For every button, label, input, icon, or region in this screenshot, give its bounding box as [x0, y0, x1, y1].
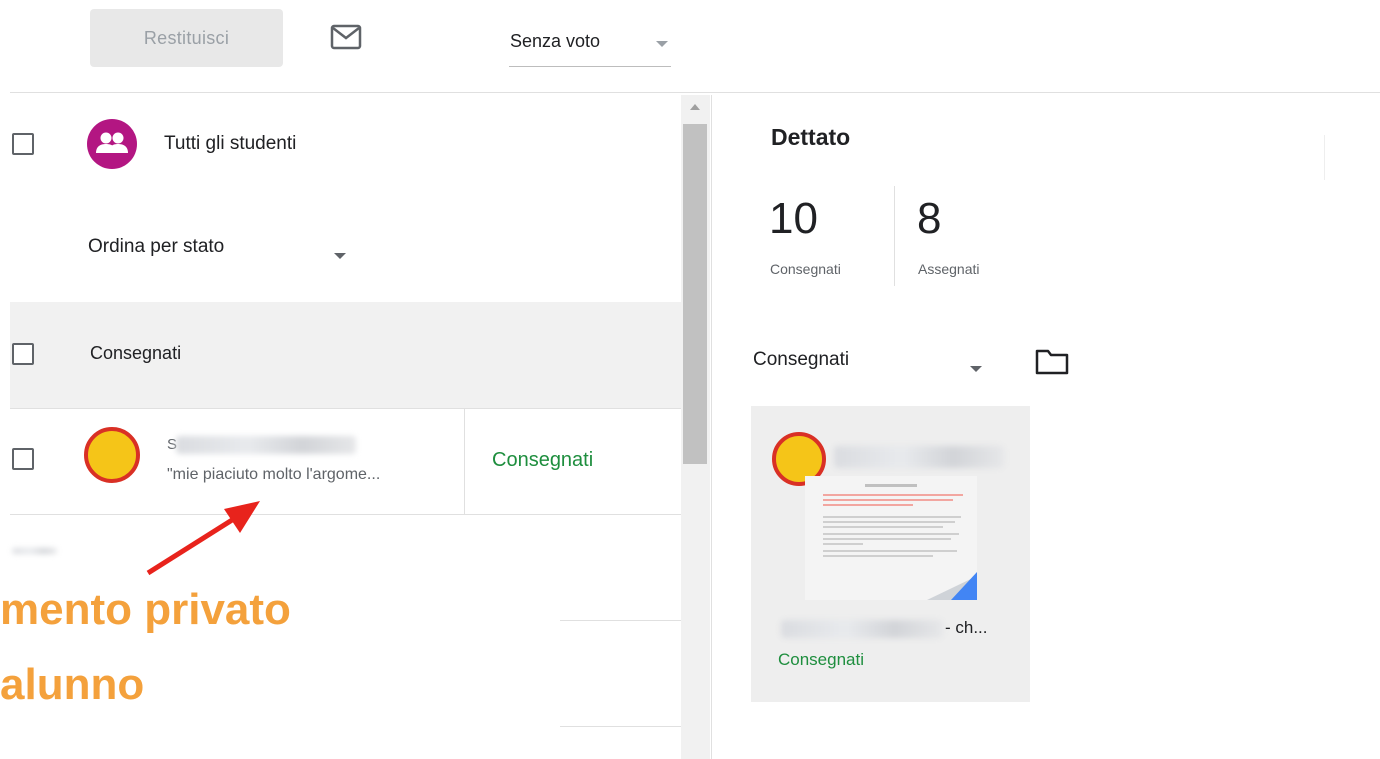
- turned-in-label: Consegnati: [770, 261, 841, 277]
- student-name-redacted: [176, 436, 356, 454]
- grade-select-value: Senza voto: [510, 31, 601, 51]
- select-all-checkbox[interactable]: [12, 133, 34, 155]
- toolbar-divider: [10, 92, 1380, 93]
- filter-chevron-down-icon[interactable]: [970, 366, 982, 372]
- mail-icon[interactable]: [330, 24, 362, 50]
- card-file-name-suffix: - ch...: [945, 618, 988, 637]
- scroll-up-icon[interactable]: [690, 104, 700, 110]
- all-students-label[interactable]: Tutti gli studenti: [164, 133, 296, 155]
- list-divider: [560, 620, 681, 621]
- header-edge: [1324, 135, 1325, 180]
- annotation-arrow: [146, 501, 260, 576]
- turned-in-count[interactable]: 10: [769, 194, 818, 244]
- return-button[interactable]: Restituisci: [90, 9, 283, 67]
- group-avatar: [87, 119, 137, 169]
- student-checkbox[interactable]: [12, 448, 34, 470]
- card-student-name-redacted: [834, 446, 1004, 468]
- group-label: Consegnati: [90, 343, 182, 363]
- assignment-title: Dettato: [771, 124, 851, 150]
- filter-select[interactable]: Consegnati: [753, 349, 849, 371]
- folder-icon[interactable]: [1035, 347, 1069, 375]
- chevron-down-icon: [656, 41, 668, 47]
- panel-divider: [711, 95, 712, 759]
- row-divider-top: [10, 408, 682, 409]
- assigned-count[interactable]: 8: [917, 194, 941, 244]
- grade-select[interactable]: Senza voto: [509, 26, 671, 67]
- card-status: Consegnati: [778, 650, 865, 669]
- scrollbar-thumb[interactable]: [683, 124, 707, 464]
- stat-divider: [894, 186, 895, 286]
- sort-chevron-down-icon[interactable]: [334, 253, 346, 259]
- sort-select[interactable]: Ordina per stato: [88, 236, 224, 258]
- student-avatar: [84, 427, 140, 483]
- annotation-text-line1: mento privato: [0, 585, 291, 634]
- student-status: Consegnati: [492, 449, 594, 471]
- annotation-text-line2: alunno: [0, 660, 145, 709]
- group-checkbox[interactable]: [12, 343, 34, 365]
- assigned-label: Assegnati: [918, 261, 980, 277]
- document-thumbnail[interactable]: [805, 476, 977, 600]
- people-icon: [96, 132, 128, 153]
- row-column-divider: [464, 409, 465, 514]
- placeholder-line: [12, 548, 57, 554]
- card-file-name-redacted: [781, 620, 943, 638]
- private-comment-preview[interactable]: "mie piaciuto molto l'argome...: [167, 466, 380, 484]
- list-divider: [560, 726, 681, 727]
- row-divider-bottom: [10, 514, 682, 515]
